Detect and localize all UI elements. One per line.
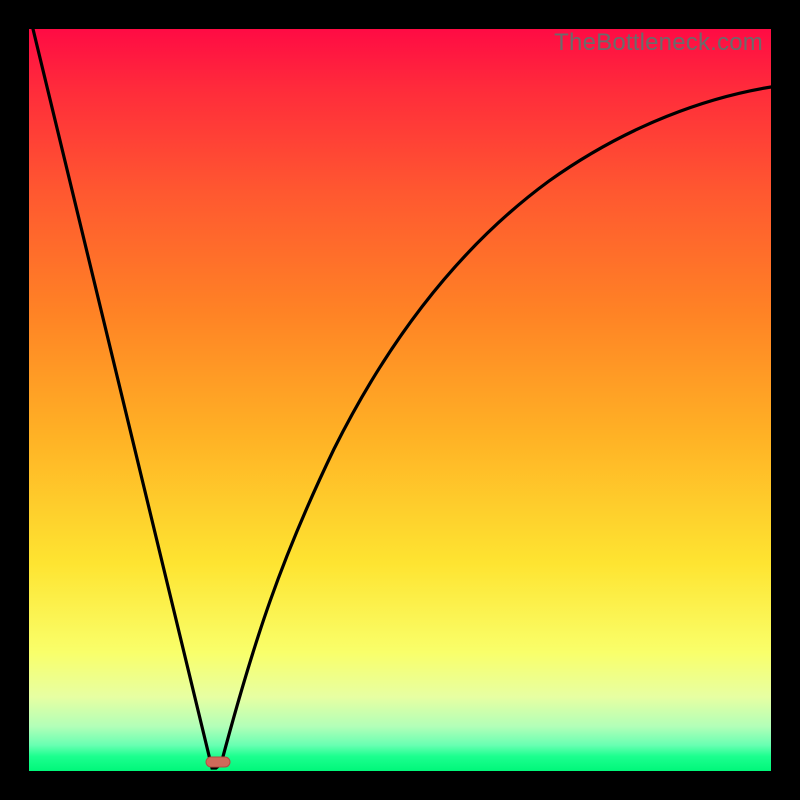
outer-frame: TheBottleneck.com <box>0 0 800 800</box>
curve-path <box>33 29 771 768</box>
marker-pill-icon <box>206 757 230 767</box>
bottleneck-curve <box>29 29 771 771</box>
marker-icon <box>205 755 231 769</box>
plot-area: TheBottleneck.com <box>29 29 771 771</box>
